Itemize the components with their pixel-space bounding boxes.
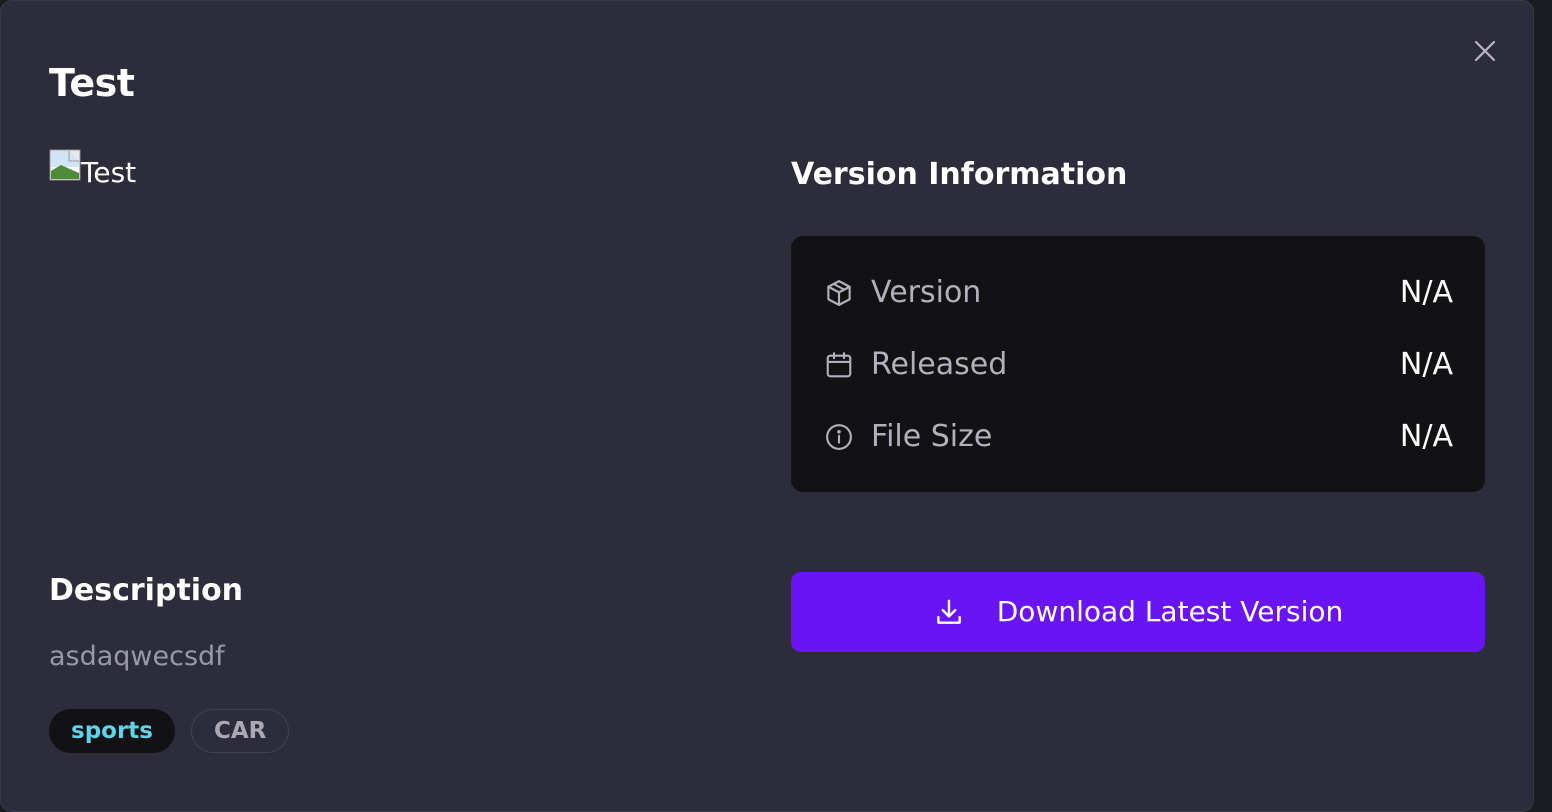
description-heading: Description: [49, 573, 244, 608]
info-value: N/A: [1399, 419, 1453, 454]
download-icon: [933, 596, 965, 628]
preview-image: Test: [49, 149, 136, 189]
close-button[interactable]: [1469, 37, 1501, 69]
close-icon: [1473, 39, 1497, 67]
info-value: N/A: [1399, 347, 1453, 382]
info-row-file-size: File Size N/A: [823, 415, 1453, 459]
version-info-card: Version N/A Released N/A File Size N/A: [791, 236, 1485, 492]
tag-car[interactable]: CAR: [190, 709, 290, 753]
description-text: asdaqwecsdf: [49, 641, 225, 672]
info-label: Released: [871, 347, 1008, 382]
item-details-modal: Test Test Version Information Version N/…: [0, 0, 1534, 812]
package-icon: [823, 277, 855, 309]
download-button-label: Download Latest Version: [996, 595, 1344, 628]
version-information-heading: Version Information: [791, 157, 1128, 192]
preview-image-alt-text: Test: [81, 156, 137, 189]
info-icon: [823, 421, 855, 453]
info-value: N/A: [1399, 275, 1453, 310]
info-label: Version: [871, 275, 982, 310]
download-latest-version-button[interactable]: Download Latest Version: [791, 572, 1485, 652]
broken-image-icon: [49, 149, 81, 181]
modal-title: Test: [49, 61, 135, 105]
tag-list: sports CAR: [49, 709, 305, 753]
info-row-version: Version N/A: [823, 271, 1453, 315]
calendar-icon: [823, 349, 855, 381]
tag-sports[interactable]: sports: [49, 709, 175, 753]
info-row-released: Released N/A: [823, 343, 1453, 387]
info-label: File Size: [871, 419, 993, 454]
